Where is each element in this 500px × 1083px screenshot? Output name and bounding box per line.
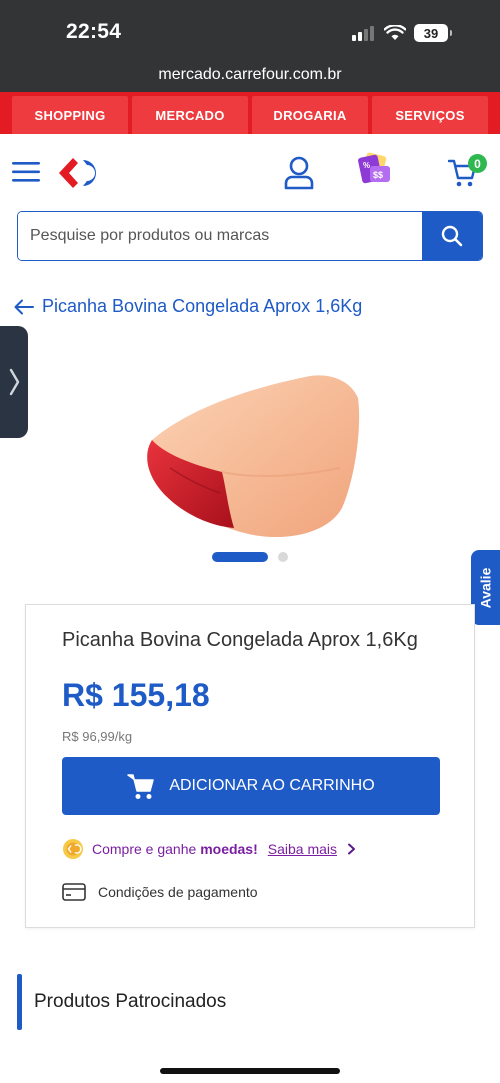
url-bar[interactable]: mercado.carrefour.com.br — [0, 66, 500, 84]
back-link[interactable]: Picanha Bovina Congelada Aprox 1,6Kg — [14, 296, 362, 317]
carousel-dot[interactable] — [278, 552, 288, 562]
coins-text: Compre e ganhe — [92, 841, 201, 857]
search-icon — [441, 225, 463, 247]
tab-drogaria[interactable]: DROGARIA — [252, 96, 368, 134]
payment-conditions-label: Condições de pagamento — [98, 884, 258, 900]
sponsored-section-header: Produtos Patrocinados — [17, 974, 226, 1030]
coins-text-bold: moedas! — [200, 841, 258, 857]
cart-icon — [127, 774, 155, 799]
product-price: R$ 155,18 — [62, 677, 210, 713]
cellular-signal-icon — [352, 26, 374, 41]
saiba-mais-link[interactable]: Saiba mais — [268, 841, 337, 857]
unit-price: R$ 96,99/kg — [62, 729, 133, 744]
product-card: Picanha Bovina Congelada Aprox 1,6Kg R$ … — [25, 604, 475, 928]
category-nav: SHOPPING MERCADO DROGARIA SERVIÇOS — [0, 92, 500, 134]
coins-promo: Compre e ganhe moedas! Saiba mais — [62, 838, 357, 860]
credit-card-icon — [62, 883, 86, 901]
sponsored-title: Produtos Patrocinados — [34, 991, 227, 1012]
status-icons: 39 — [352, 22, 452, 44]
status-time: 22:54 — [66, 20, 122, 43]
chevron-right-icon[interactable] — [347, 843, 357, 855]
arrow-left-icon — [14, 299, 34, 314]
avalie-label: Avalie — [477, 567, 494, 608]
add-to-cart-label: ADICIONAR AO CARRINHO — [169, 777, 375, 794]
carousel-dot-active[interactable] — [212, 552, 268, 562]
svg-text:$$: $$ — [373, 170, 383, 180]
add-to-cart-button[interactable]: ADICIONAR AO CARRINHO — [62, 757, 440, 815]
site-header: $$ % 0 — [0, 134, 500, 212]
payment-conditions[interactable]: Condições de pagamento — [62, 883, 258, 901]
tab-mercado[interactable]: MERCADO — [132, 96, 248, 134]
menu-icon[interactable] — [12, 161, 40, 183]
status-bar: 22:54 39 mercado.carrefour.com.br — [0, 0, 500, 92]
tab-servicos[interactable]: SERVIÇOS — [372, 96, 488, 134]
battery-level: 39 — [423, 25, 439, 41]
user-account-icon[interactable] — [284, 156, 314, 190]
avalie-feedback-tab[interactable]: Avalie — [471, 550, 500, 625]
section-accent-bar — [17, 974, 22, 1030]
search-button[interactable] — [422, 212, 482, 260]
carrefour-logo[interactable] — [56, 156, 100, 190]
svg-text:%: % — [363, 161, 370, 170]
tab-shopping[interactable]: SHOPPING — [12, 96, 128, 134]
product-image[interactable] — [130, 368, 370, 538]
search-bar — [17, 211, 483, 261]
coin-icon — [63, 839, 83, 859]
coupons-icon[interactable]: $$ % — [358, 152, 394, 188]
cart-count-badge: 0 — [468, 154, 487, 173]
search-input[interactable] — [18, 212, 422, 260]
product-title: Picanha Bovina Congelada Aprox 1,6Kg — [62, 629, 418, 651]
battery-icon: 39 — [414, 24, 452, 42]
chevron-right-icon — [9, 368, 20, 396]
wifi-icon — [384, 25, 406, 40]
side-drawer-tab[interactable] — [0, 326, 28, 438]
home-indicator[interactable] — [160, 1068, 340, 1074]
back-link-label: Picanha Bovina Congelada Aprox 1,6Kg — [42, 296, 363, 316]
